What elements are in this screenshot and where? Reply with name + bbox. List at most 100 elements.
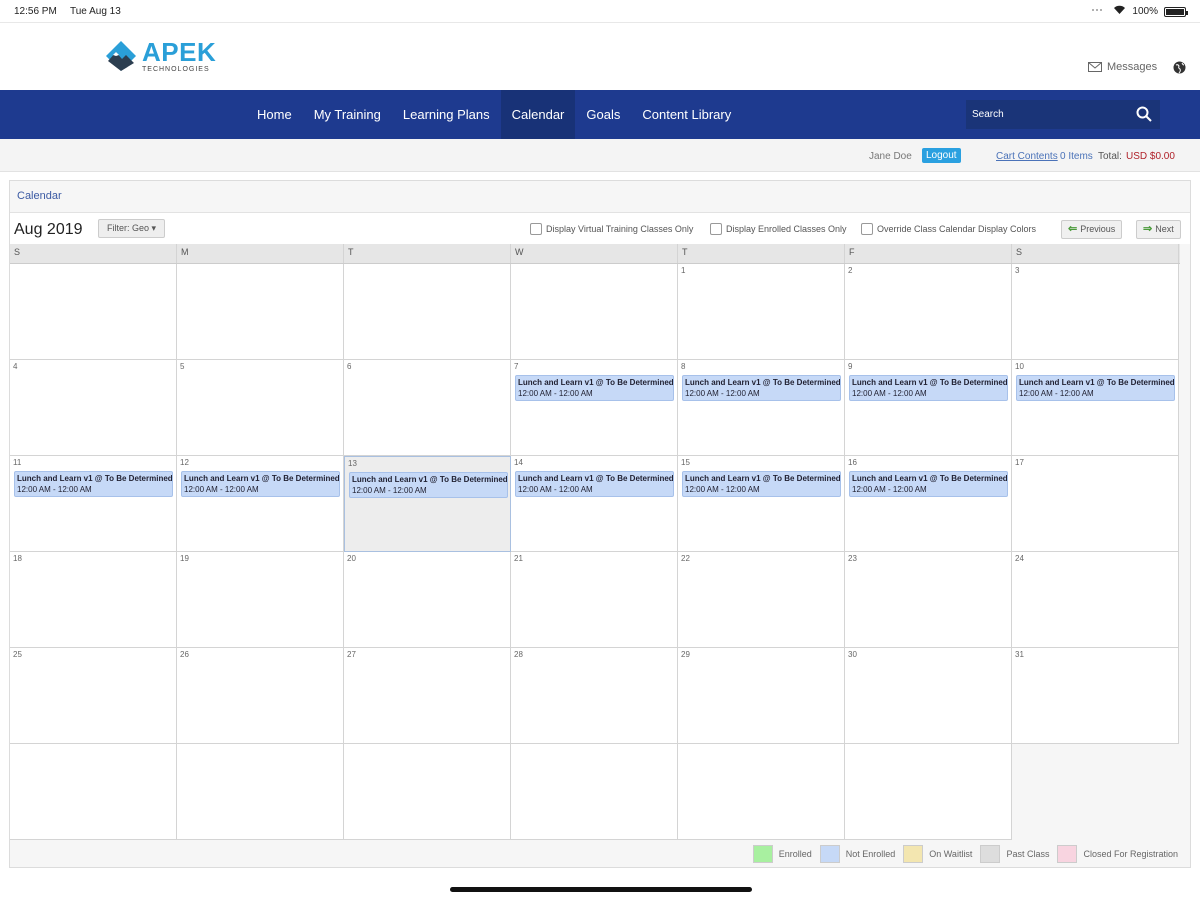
calendar-day-cell[interactable] xyxy=(177,264,344,360)
search-icon[interactable] xyxy=(1136,106,1152,127)
day-number: 15 xyxy=(681,458,690,467)
calendar-event[interactable]: Lunch and Learn v1 @ To Be Determined 12:… xyxy=(181,471,340,497)
legend-swatch xyxy=(980,845,1001,863)
event-time: 12:00 AM - 12:00 AM xyxy=(17,485,92,494)
cart-contents-link[interactable]: Cart Contents xyxy=(996,151,1058,162)
status-time: 12:56 PM xyxy=(14,6,57,17)
calendar-day-cell[interactable]: 10 Lunch and Learn v1 @ To Be Determined 1… xyxy=(1012,360,1179,456)
calendar-day-cell[interactable]: 8 Lunch and Learn v1 @ To Be Determined 12… xyxy=(678,360,845,456)
calendar-event[interactable]: Lunch and Learn v1 @ To Be Determined 12:… xyxy=(349,472,508,498)
next-button[interactable]: ⇒ Next xyxy=(1136,220,1181,239)
calendar-day-cell[interactable]: 28 xyxy=(511,648,678,744)
calendar-event[interactable]: Lunch and Learn v1 @ To Be Determined 12:… xyxy=(14,471,173,497)
logout-button[interactable]: Logout xyxy=(922,148,961,163)
override-colors-checkbox[interactable] xyxy=(861,223,873,235)
messages-link[interactable]: Messages xyxy=(1088,61,1157,73)
day-number: 18 xyxy=(13,554,22,563)
day-number: 12 xyxy=(180,458,189,467)
virtual-only-checkbox[interactable] xyxy=(530,223,542,235)
color-legend: Enrolled Not Enrolled On Waitlist Past Clas… xyxy=(10,841,1190,867)
calendar-event[interactable]: Lunch and Learn v1 @ To Be Determined 12:… xyxy=(515,375,674,401)
nav-item-goals[interactable]: Goals xyxy=(575,90,631,139)
calendar-event[interactable]: Lunch and Learn v1 @ To Be Determined 12:… xyxy=(682,471,841,497)
calendar-day-cell[interactable] xyxy=(10,744,177,840)
calendar-day-cell[interactable]: 22 xyxy=(678,552,845,648)
day-of-week-label: T xyxy=(678,244,845,263)
calendar-day-cell[interactable]: 21 xyxy=(511,552,678,648)
calendar-panel: Calendar Aug 2019 Filter: Geo ▾ Display … xyxy=(9,180,1191,868)
calendar-day-cell[interactable] xyxy=(845,744,1012,840)
calendar-day-cell[interactable]: 7 Lunch and Learn v1 @ To Be Determined 12… xyxy=(511,360,678,456)
day-number: 8 xyxy=(681,362,686,371)
calendar-day-cell[interactable] xyxy=(344,744,511,840)
calendar-day-cell[interactable]: 25 xyxy=(10,648,177,744)
nav-item-learning-plans[interactable]: Learning Plans xyxy=(392,90,501,139)
previous-button[interactable]: ⇐ Previous xyxy=(1061,220,1123,239)
legend-swatch xyxy=(1057,845,1078,863)
calendar-day-cell[interactable]: 6 xyxy=(344,360,511,456)
override-colors-option[interactable]: Override Class Calendar Display Colors xyxy=(861,223,1036,235)
calendar-day-cell[interactable] xyxy=(678,744,845,840)
calendar-day-cell[interactable]: 1 xyxy=(678,264,845,360)
apek-logo[interactable]: APEK TECHNOLOGIES xyxy=(104,39,216,73)
main-nav: Home My Training Learning Plans Calendar Goa… xyxy=(0,90,1200,139)
calendar-day-cell[interactable] xyxy=(344,264,511,360)
calendar-event[interactable]: Lunch and Learn v1 @ To Be Determined 12:… xyxy=(1016,375,1175,401)
calendar-day-cell[interactable] xyxy=(511,264,678,360)
nav-item-calendar[interactable]: Calendar xyxy=(500,90,576,139)
day-number: 19 xyxy=(180,554,189,563)
calendar-day-cell[interactable]: 11 Lunch and Learn v1 @ To Be Determined 1… xyxy=(10,456,177,552)
calendar-day-cell[interactable]: 18 xyxy=(10,552,177,648)
search-input[interactable] xyxy=(966,100,1132,129)
panel-title: Calendar xyxy=(17,190,62,202)
calendar-day-cell[interactable]: 12 Lunch and Learn v1 @ To Be Determined 1… xyxy=(177,456,344,552)
calendar-event[interactable]: Lunch and Learn v1 @ To Be Determined 12:… xyxy=(849,471,1008,497)
calendar-week-row: 11 Lunch and Learn v1 @ To Be Determined 1… xyxy=(10,456,1180,552)
calendar-day-cell[interactable]: 24 xyxy=(1012,552,1179,648)
calendar-day-cell[interactable]: 5 xyxy=(177,360,344,456)
nav-item-home[interactable]: Home xyxy=(246,90,303,139)
calendar-day-cell[interactable]: 16 Lunch and Learn v1 @ To Be Determined 1… xyxy=(845,456,1012,552)
home-indicator xyxy=(450,887,752,892)
calendar-day-cell[interactable]: 9 Lunch and Learn v1 @ To Be Determined 12… xyxy=(845,360,1012,456)
enrolled-only-option[interactable]: Display Enrolled Classes Only xyxy=(710,223,847,235)
calendar-day-cell[interactable] xyxy=(511,744,678,840)
calendar-day-cell[interactable]: 14 Lunch and Learn v1 @ To Be Determined 1… xyxy=(511,456,678,552)
filter-dropdown[interactable]: Filter: Geo ▾ xyxy=(98,219,166,238)
globe-icon[interactable] xyxy=(1173,61,1186,79)
battery-icon xyxy=(1164,6,1188,17)
virtual-only-option[interactable]: Display Virtual Training Classes Only xyxy=(530,223,693,235)
calendar-week-row xyxy=(10,744,1180,840)
event-title: Lunch and Learn v1 @ To Be Determined xyxy=(685,474,841,483)
calendar-day-cell[interactable]: 2 xyxy=(845,264,1012,360)
calendar-day-cell[interactable]: 4 xyxy=(10,360,177,456)
event-title: Lunch and Learn v1 @ To Be Determined xyxy=(852,474,1008,483)
nav-item-my-training[interactable]: My Training xyxy=(303,90,392,139)
calendar-week-row: 18 19 20 21 22 23 24 xyxy=(10,552,1180,648)
calendar-day-cell[interactable] xyxy=(1012,744,1179,840)
calendar-day-cell[interactable]: 17 xyxy=(1012,456,1179,552)
day-number: 5 xyxy=(180,362,185,371)
calendar-day-cell[interactable]: 3 xyxy=(1012,264,1179,360)
calendar-day-cell[interactable]: 26 xyxy=(177,648,344,744)
calendar-event[interactable]: Lunch and Learn v1 @ To Be Determined 12:… xyxy=(849,375,1008,401)
calendar-day-cell[interactable]: 29 xyxy=(678,648,845,744)
nav-item-content-library[interactable]: Content Library xyxy=(631,90,742,139)
calendar-day-cell[interactable]: 20 xyxy=(344,552,511,648)
calendar-day-cell[interactable] xyxy=(177,744,344,840)
calendar-event[interactable]: Lunch and Learn v1 @ To Be Determined 12:… xyxy=(515,471,674,497)
calendar-day-cell[interactable]: 13 Lunch and Learn v1 @ To Be Determined 1… xyxy=(344,456,511,552)
legend-label: Past Class xyxy=(1006,849,1050,859)
calendar-day-cell[interactable]: 23 xyxy=(845,552,1012,648)
calendar-day-cell[interactable]: 19 xyxy=(177,552,344,648)
calendar-day-cell[interactable]: 31 xyxy=(1012,648,1179,744)
calendar-day-cell[interactable]: 15 Lunch and Learn v1 @ To Be Determined 1… xyxy=(678,456,845,552)
calendar-week-row: 1 2 3 xyxy=(10,264,1180,360)
legend-swatch xyxy=(819,845,840,863)
calendar-day-cell[interactable]: 30 xyxy=(845,648,1012,744)
enrolled-only-checkbox[interactable] xyxy=(710,223,722,235)
calendar-day-cell[interactable] xyxy=(10,264,177,360)
nav-items: Home My Training Learning Plans Calendar Goa… xyxy=(246,90,742,139)
calendar-day-cell[interactable]: 27 xyxy=(344,648,511,744)
calendar-event[interactable]: Lunch and Learn v1 @ To Be Determined 12:… xyxy=(682,375,841,401)
